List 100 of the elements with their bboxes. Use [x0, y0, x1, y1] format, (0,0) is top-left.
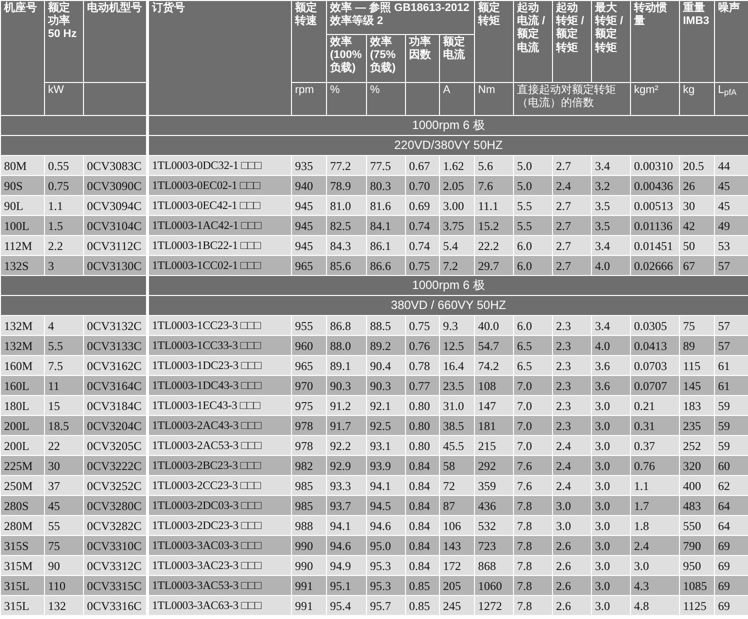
table-cell: 975 [292, 396, 326, 416]
table-cell: 112M [0, 236, 44, 256]
table-cell: 0.74 [406, 236, 440, 256]
table-cell: 180L [0, 396, 44, 416]
table-cell: 5.6 [474, 156, 514, 176]
table-cell: 1TL0003-1CC33-3 □□□ [148, 336, 292, 356]
table-cell: 90S [0, 176, 44, 196]
table-cell: 12.5 [440, 336, 474, 356]
table-cell: 0.01136 [630, 216, 680, 236]
table-cell: 42 [680, 216, 714, 236]
table-cell: 1TL0003-1DC23-3 □□□ [148, 356, 292, 376]
table-cell: 7.6 [514, 476, 552, 496]
table-cell: 53 [714, 236, 748, 256]
table-cell: 132M [0, 336, 44, 356]
table-cell: 2.3 [552, 336, 592, 356]
table-cell: 90.3 [366, 376, 406, 396]
table-cell: 59 [714, 436, 748, 456]
table-cell: 78.9 [326, 176, 366, 196]
table-cell: 0.75 [44, 176, 84, 196]
voltage-band-header: 220VD/380VY 50HZ [148, 136, 748, 156]
table-cell: 991 [292, 596, 326, 616]
table-cell: 1TL0003-0DC32-1 □□□ [148, 156, 292, 176]
table-cell: 990 [292, 536, 326, 556]
table-cell: 57 [714, 316, 748, 336]
table-cell: 0CV3083C [84, 156, 148, 176]
table-cell: 2.4 [630, 536, 680, 556]
table-cell: 0CV3315C [84, 576, 148, 596]
table-cell: 62 [714, 476, 748, 496]
table-cell: 0CV3132C [84, 316, 148, 336]
table-cell: 18.5 [44, 416, 84, 436]
speed-band-header: 1000rpm 6 极 [148, 276, 748, 296]
table-cell: 59 [714, 416, 748, 436]
table-cell: 2.3 [552, 396, 592, 416]
table-cell: 7.6 [474, 176, 514, 196]
table-cell: 245 [440, 596, 474, 616]
column-header: Nm [474, 82, 514, 116]
table-cell: 1TL0003-1AC42-1 □□□ [148, 216, 292, 236]
table-cell: 26 [680, 176, 714, 196]
table-cell: 5.4 [440, 236, 474, 256]
table-cell: 1.1 [44, 196, 84, 216]
table-cell: 3.75 [440, 216, 474, 236]
table-cell: 4 [44, 316, 84, 336]
table-cell: 723 [474, 536, 514, 556]
table-cell: 0.80 [406, 396, 440, 416]
table-cell: 4.8 [630, 596, 680, 616]
table-cell: 400 [680, 476, 714, 496]
column-header: 起动转矩 / 额定转矩 [552, 0, 592, 82]
table-cell: 0.21 [630, 396, 680, 416]
table-cell: 200L [0, 416, 44, 436]
table-cell: 0CV3204C [84, 416, 148, 436]
table-cell: 3.0 [552, 496, 592, 516]
table-cell: 94.1 [366, 476, 406, 496]
table-cell: 94.6 [366, 516, 406, 536]
table-cell: 2.2 [44, 236, 84, 256]
table-cell: 0.84 [406, 476, 440, 496]
table-cell: 2.05 [440, 176, 474, 196]
table-cell: 0.0413 [630, 336, 680, 356]
column-header: 机座号 [0, 0, 44, 116]
table-cell: 0CV3312C [84, 556, 148, 576]
table-cell: 3.2 [592, 176, 630, 196]
table-cell: 315L [0, 596, 44, 616]
table-cell: 1TL0003-2AC53-3 □□□ [148, 436, 292, 456]
table-cell: 978 [292, 416, 326, 436]
table-cell: 93.7 [326, 496, 366, 516]
table-cell: 0.67 [406, 156, 440, 176]
table-cell: 1TL0003-0EC42-1 □□□ [148, 196, 292, 216]
table-cell: 868 [474, 556, 514, 576]
table-cell: 3.6 [592, 376, 630, 396]
column-header: 订货号 [148, 0, 292, 116]
table-cell: 1TL0003-3AC23-3 □□□ [148, 556, 292, 576]
table-cell: 57 [714, 336, 748, 356]
table-cell: 69 [714, 596, 748, 616]
table-cell: 6.5 [514, 336, 552, 356]
table-cell: 483 [680, 496, 714, 516]
table-cell: 7.8 [514, 556, 552, 576]
table-cell: 7.0 [514, 396, 552, 416]
table-cell: 72 [440, 476, 474, 496]
voltage-band-header: 380VD / 660VY 50HZ [148, 296, 748, 316]
table-cell: 92.5 [366, 416, 406, 436]
table-cell: 7.6 [514, 456, 552, 476]
table-cell: 90 [44, 556, 84, 576]
table-cell: 0.74 [406, 216, 440, 236]
table-cell: 7.8 [514, 536, 552, 556]
table-cell: 64 [714, 516, 748, 536]
table-cell: 81.6 [366, 196, 406, 216]
table-cell: 1085 [680, 576, 714, 596]
table-cell: 3.0 [592, 436, 630, 456]
table-cell: 0CV3280C [84, 496, 148, 516]
table-cell: 7.8 [514, 516, 552, 536]
table-cell: 6.5 [514, 356, 552, 376]
table-cell: 0.75 [406, 316, 440, 336]
table-cell: 0.84 [406, 556, 440, 576]
table-cell: 965 [292, 356, 326, 376]
table-cell: 92.9 [326, 456, 366, 476]
table-cell: 0.55 [44, 156, 84, 176]
column-header: % [326, 82, 366, 116]
table-cell: 978 [292, 436, 326, 456]
column-header: 功率因数 [406, 34, 440, 82]
table-cell: 990 [292, 556, 326, 576]
table-cell: 3.0 [592, 396, 630, 416]
